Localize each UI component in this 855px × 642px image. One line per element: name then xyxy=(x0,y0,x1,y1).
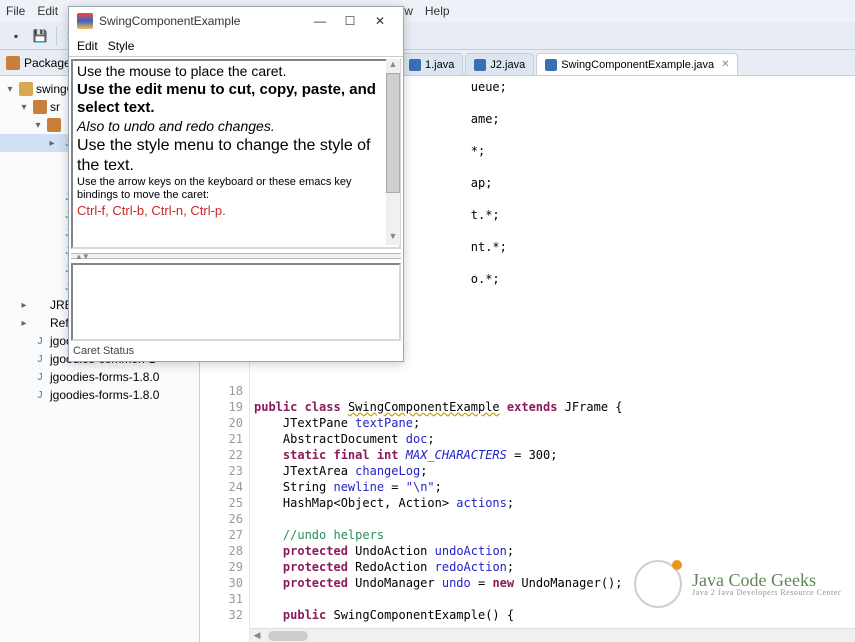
tree-item-label: jgoodies-forms-1.8.0 xyxy=(50,370,159,384)
tree-item[interactable]: Jjgoodies-forms-1.8.0 xyxy=(0,386,199,404)
expand-icon[interactable]: ▸ xyxy=(18,318,30,329)
scroll-thumb[interactable] xyxy=(386,73,400,193)
expand-icon[interactable]: ▾ xyxy=(4,84,16,95)
close-icon[interactable]: ✕ xyxy=(721,59,729,70)
expand-icon[interactable]: ▸ xyxy=(18,300,30,311)
expand-icon[interactable]: ▾ xyxy=(18,102,30,113)
menu-help[interactable]: Help xyxy=(425,4,450,18)
separator xyxy=(56,26,57,46)
swing-menubar: Edit Style xyxy=(69,35,403,57)
java-icon xyxy=(409,59,421,71)
pkg-icon xyxy=(33,100,47,114)
scroll-up-icon[interactable]: ▲ xyxy=(386,59,400,73)
lib-icon xyxy=(33,316,47,330)
save-icon[interactable]: 💾 xyxy=(30,26,50,46)
scroll-track[interactable] xyxy=(386,193,400,231)
tab-j2-java[interactable]: J2.java xyxy=(465,53,534,75)
watermark-logo-icon xyxy=(634,560,682,608)
expand-icon[interactable]: ▸ xyxy=(46,138,58,149)
tree-item-label: jgoodies-forms-1.8.0 xyxy=(50,388,159,402)
swing-menu-edit[interactable]: Edit xyxy=(77,39,98,53)
scroll-left-icon[interactable]: ◀ xyxy=(250,630,264,641)
h-scrollbar[interactable]: ◀ xyxy=(250,628,855,642)
swing-title-text: SwingComponentExample xyxy=(99,14,240,28)
java-icon: J xyxy=(33,352,47,366)
watermark-subtitle: Java 2 Java Developers Resource Center xyxy=(692,589,841,597)
menu-file[interactable]: File xyxy=(6,4,25,18)
java-icon: J xyxy=(33,334,47,348)
tree-item[interactable]: Jjgoodies-forms-1.8.0 xyxy=(0,368,199,386)
tree-item-label: sr xyxy=(50,100,60,114)
watermark-title: Java Code Geeks xyxy=(692,571,841,589)
tab-label: J2.java xyxy=(490,59,525,71)
java-logo-icon xyxy=(77,13,93,29)
tab-label: 1.java xyxy=(425,59,454,71)
tab-swingcomponentexample[interactable]: SwingComponentExample.java ✕ xyxy=(536,53,738,75)
java-icon: J xyxy=(33,370,47,384)
scroll-thumb[interactable] xyxy=(268,631,308,641)
swing-titlebar[interactable]: SwingComponentExample — ☐ ✕ xyxy=(69,7,403,35)
lib-icon xyxy=(33,298,47,312)
java-icon: J xyxy=(33,388,47,402)
minimize-button[interactable]: — xyxy=(305,14,335,28)
swing-splitter[interactable]: ▲▼ xyxy=(71,253,401,259)
new-icon[interactable]: ▪ xyxy=(6,26,26,46)
textpane-line: Use the edit menu to cut, copy, paste, a… xyxy=(77,81,395,119)
swing-textpane[interactable]: Use the mouse to place the caret. Use th… xyxy=(71,59,401,249)
textpane-line: Use the mouse to place the caret. xyxy=(77,63,395,81)
menu-edit[interactable]: Edit xyxy=(37,4,58,18)
textpane-line: Use the style menu to change the style o… xyxy=(77,136,395,176)
proj-icon xyxy=(19,82,33,96)
scroll-down-icon[interactable]: ▼ xyxy=(386,231,400,245)
swing-menu-style[interactable]: Style xyxy=(108,39,135,53)
tab-label: SwingComponentExample.java xyxy=(561,59,714,71)
expand-icon[interactable]: ▾ xyxy=(32,120,44,131)
swing-statusbar: Caret Status xyxy=(69,343,403,361)
java-icon xyxy=(474,59,486,71)
swing-vscrollbar[interactable]: ▲ ▼ xyxy=(386,59,400,245)
splitter-arrows-icon: ▲▼ xyxy=(75,252,89,261)
swing-application-window[interactable]: SwingComponentExample — ☐ ✕ Edit Style U… xyxy=(68,6,404,362)
textpane-line: Ctrl-f, Ctrl-b, Ctrl-n, Ctrl-p. xyxy=(77,203,395,219)
java-icon xyxy=(545,59,557,71)
package-icon xyxy=(6,56,20,70)
pkg-icon xyxy=(47,118,61,132)
maximize-button[interactable]: ☐ xyxy=(335,14,365,28)
tab-1-java[interactable]: 1.java xyxy=(400,53,463,75)
textpane-line: Also to undo and redo changes. xyxy=(77,118,395,136)
close-button[interactable]: ✕ xyxy=(365,14,395,28)
watermark: Java Code Geeks Java 2 Java Developers R… xyxy=(634,560,841,608)
textpane-line: Use the arrow keys on the keyboard or th… xyxy=(77,176,395,204)
swing-changelog[interactable] xyxy=(71,263,401,341)
